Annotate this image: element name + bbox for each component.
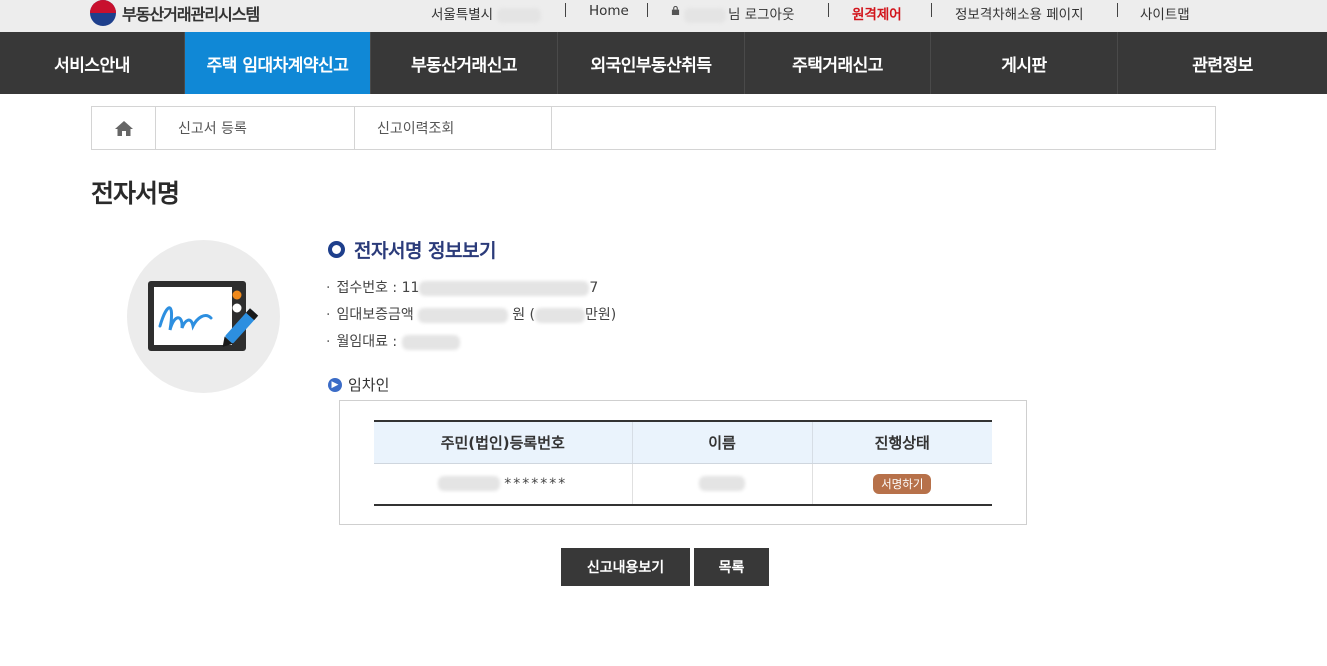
- subtab-report-register[interactable]: 신고서 등록: [156, 107, 355, 149]
- home-link[interactable]: Home: [589, 3, 629, 19]
- logo-text: 부동산거래관리시스템: [122, 5, 260, 24]
- divider: [828, 3, 829, 17]
- nav-rental-contract-report[interactable]: 주택 임대차계약신고: [185, 32, 371, 94]
- logout-link[interactable]: 님 로그아웃: [684, 3, 794, 23]
- tenant-table: 주민(법인)등록번호 이름 진행상태 ******* 서명하기: [374, 420, 992, 506]
- divider: [931, 3, 932, 17]
- info-heading: 전자서명 정보보기: [328, 236, 496, 263]
- info-gap-page-link[interactable]: 정보격차해소용 페이지: [955, 3, 1084, 23]
- column-header-status: 진행상태: [812, 421, 992, 464]
- breadcrumb-home[interactable]: [92, 107, 156, 149]
- column-header-reg-no: 주민(법인)등록번호: [374, 421, 633, 464]
- user-region: 서울특별시: [431, 3, 542, 23]
- divider: [647, 3, 648, 17]
- view-report-button[interactable]: 신고내용보기: [561, 548, 690, 586]
- cell-status: 서명하기: [812, 463, 992, 505]
- nav-housing-transaction-report[interactable]: 주택거래신고: [745, 32, 931, 94]
- e-signature-illustration: [127, 240, 280, 393]
- top-utility-bar: 부동산거래관리시스템 서울특별시 Home 님 로그아웃 원격제어 정보격차해소…: [0, 0, 1327, 32]
- monthly-rent-line: · 월임대료 :: [326, 331, 460, 351]
- sign-button[interactable]: 서명하기: [873, 473, 932, 494]
- tenant-heading-text: 임차인: [348, 376, 390, 394]
- taegeuk-logo-icon: [90, 0, 116, 26]
- divider: [565, 3, 566, 17]
- table-row: ******* 서명하기: [374, 463, 992, 505]
- breadcrumb: 신고서 등록 신고이력조회: [91, 106, 1216, 150]
- lock-icon: [671, 6, 680, 15]
- tenant-table-container: 주민(법인)등록번호 이름 진행상태 ******* 서명하기: [339, 400, 1027, 525]
- info-heading-text: 전자서명 정보보기: [354, 240, 496, 262]
- nav-related-info[interactable]: 관련정보: [1118, 32, 1327, 94]
- divider: [1117, 3, 1118, 17]
- remote-control-link[interactable]: 원격제어: [852, 3, 902, 23]
- list-button[interactable]: 목록: [694, 548, 769, 586]
- column-header-name: 이름: [632, 421, 813, 464]
- tenant-heading: ▶ 임차인: [328, 374, 389, 395]
- site-logo[interactable]: 부동산거래관리시스템: [90, 0, 260, 26]
- e-signature-tablet-icon: [148, 281, 259, 351]
- chevron-right-icon: ▶: [328, 377, 342, 392]
- receipt-number-suffix: 7: [589, 280, 599, 296]
- sitemap-link[interactable]: 사이트맵: [1140, 3, 1190, 23]
- deposit-amount-line: · 임대보증금액 원 (만원): [326, 307, 617, 323]
- nav-real-estate-report[interactable]: 부동산거래신고: [371, 32, 558, 94]
- cell-reg-no: *******: [374, 463, 633, 505]
- ring-bullet-icon: [328, 241, 345, 258]
- cell-name: [632, 463, 813, 505]
- home-icon: [114, 120, 133, 136]
- nav-service-info[interactable]: 서비스안내: [0, 32, 185, 94]
- nav-foreigner-acquisition[interactable]: 외국인부동산취득: [558, 32, 745, 94]
- table-header-row: 주민(법인)등록번호 이름 진행상태: [374, 421, 992, 464]
- nav-board[interactable]: 게시판: [931, 32, 1118, 94]
- subtab-report-history[interactable]: 신고이력조회: [355, 107, 552, 149]
- receipt-number-line: · 접수번호 : 11 7: [326, 280, 599, 296]
- page-title: 전자서명: [91, 179, 180, 208]
- main-navigation: 서비스안내 주택 임대차계약신고 부동산거래신고 외국인부동산취득 주택거래신고…: [0, 32, 1327, 94]
- receipt-number-prefix: 11: [401, 280, 420, 296]
